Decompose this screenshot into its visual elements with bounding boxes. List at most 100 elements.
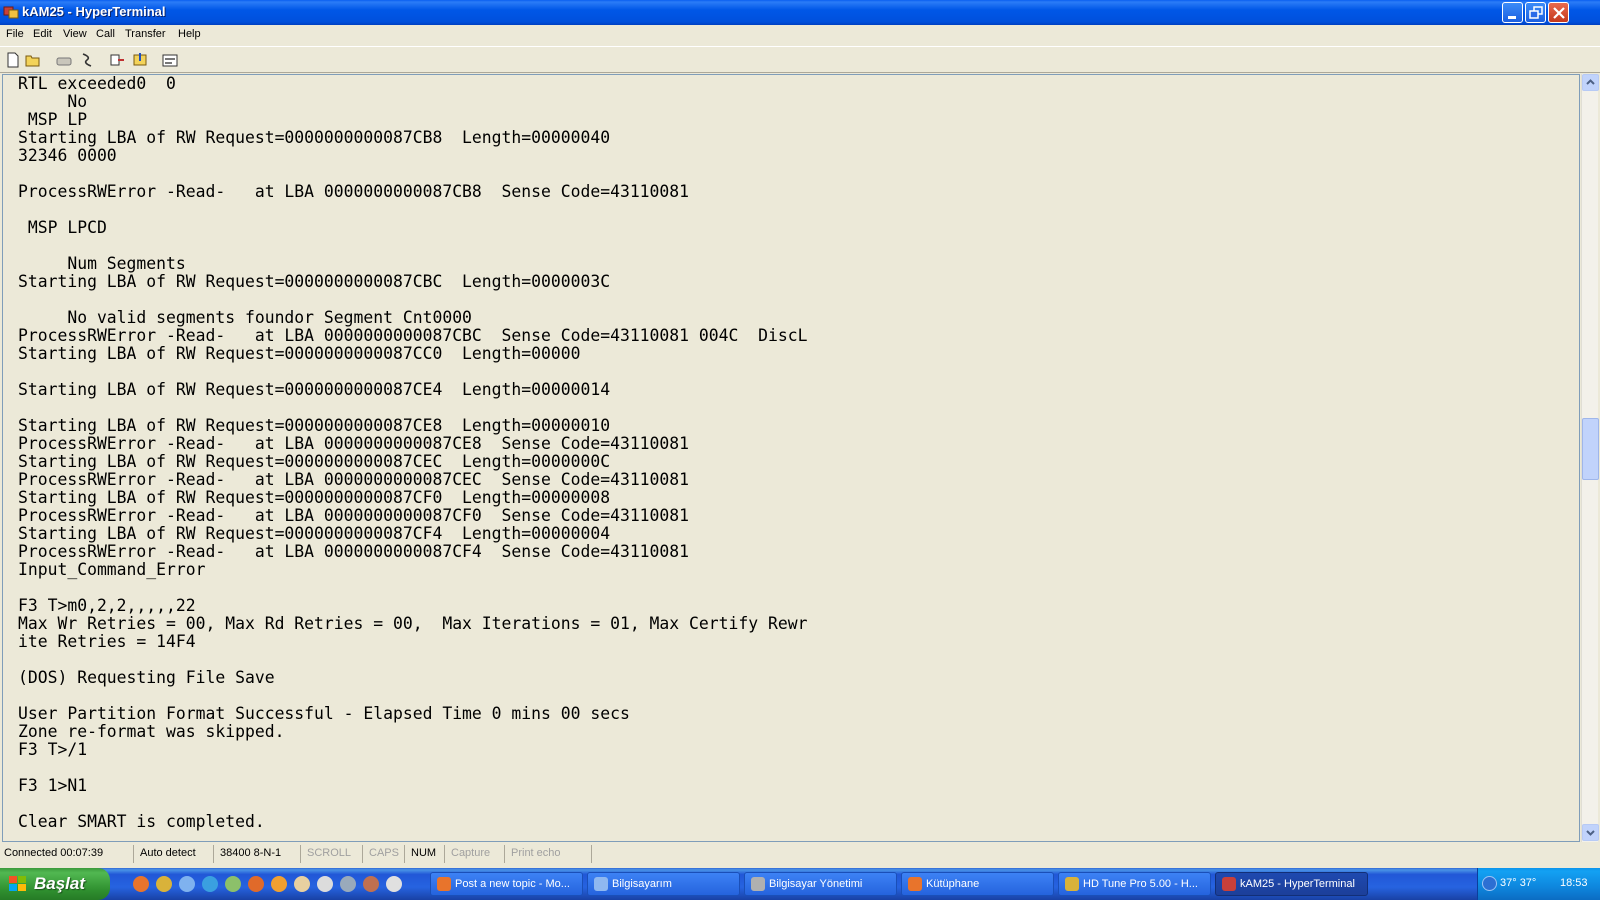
task-label: kAM25 - HyperTerminal <box>1240 878 1355 890</box>
calendar-quicklaunch-icon[interactable] <box>386 876 402 892</box>
terminal-line: ProcessRWError -Read- at LBA 00000000000… <box>18 506 690 525</box>
browser-quicklaunch-icon[interactable] <box>179 876 195 892</box>
status-num: NUM <box>407 845 445 863</box>
terminal-line: ProcessRWError -Read- at LBA 00000000000… <box>18 542 690 561</box>
terminal-line: Input_Command_Error <box>18 560 206 579</box>
send-icon[interactable] <box>108 51 126 69</box>
terminal-line: Num Segments <box>18 254 186 273</box>
terminal-line: Starting LBA of RW Request=0000000000087… <box>18 380 611 399</box>
scroll-down-button[interactable] <box>1582 824 1599 841</box>
menu-view[interactable]: View <box>63 28 87 40</box>
terminal-line: 32346 0000 <box>18 146 117 165</box>
status-connected: Connected 00:07:39 <box>0 845 134 863</box>
status-detect: Auto detect <box>136 845 214 863</box>
menu-call[interactable]: Call <box>96 28 115 40</box>
terminal-line: No <box>18 92 88 111</box>
tray-temperature[interactable]: 37° 37° <box>1500 877 1536 889</box>
minimize-button[interactable] <box>1502 2 1523 23</box>
status-capture: Capture <box>447 845 505 863</box>
tool-quicklaunch-icon[interactable] <box>294 876 310 892</box>
hyperterminal-icon <box>3 6 19 19</box>
status-bar: Connected 00:07:39 Auto detect 38400 8-N… <box>0 843 1600 865</box>
task-kutuphane[interactable]: Kütüphane <box>901 872 1054 896</box>
terminal-line: ProcessRWError -Read- at LBA 00000000000… <box>18 182 690 201</box>
terminal-line: Starting LBA of RW Request=0000000000087… <box>18 524 611 543</box>
ie-quicklaunch-icon[interactable] <box>202 876 218 892</box>
terminal-line: F3 1>N1 <box>18 776 88 795</box>
terminal-line: MSP LPCD <box>18 218 107 237</box>
restore-button[interactable] <box>1525 2 1546 23</box>
home-quicklaunch-icon[interactable] <box>271 876 287 892</box>
terminal-line: Max Wr Retries = 00, Max Rd Retries = 00… <box>18 614 808 633</box>
status-scroll: SCROLL <box>303 845 363 863</box>
firefox-quicklaunch-icon[interactable] <box>133 876 149 892</box>
computer-icon <box>594 877 608 891</box>
utility-quicklaunch-icon[interactable] <box>225 876 241 892</box>
receive-icon[interactable] <box>131 51 149 69</box>
show-hidden-icons-icon[interactable] <box>1482 876 1497 891</box>
terminal-line: ProcessRWError -Read- at LBA 00000000000… <box>18 434 690 453</box>
close-button[interactable] <box>1548 2 1569 23</box>
window-title: kAM25 - HyperTerminal <box>22 4 166 19</box>
task-hd-tune[interactable]: HD Tune Pro 5.00 - H... <box>1058 872 1211 896</box>
menu-transfer[interactable]: Transfer <box>125 28 166 40</box>
title-bar[interactable]: kAM25 - HyperTerminal <box>0 0 1600 25</box>
menu-file[interactable]: File <box>6 28 24 40</box>
new-icon[interactable] <box>4 51 22 69</box>
terminal-line: RTL exceeded0 0 <box>18 74 176 93</box>
terminal-line: No valid segments foundor Segment Cnt000… <box>18 308 472 327</box>
menu-edit[interactable]: Edit <box>33 28 52 40</box>
vertical-scrollbar[interactable] <box>1581 74 1599 842</box>
settings-quicklaunch-icon[interactable] <box>340 876 356 892</box>
management-icon <box>751 877 765 891</box>
task-label: Kütüphane <box>926 878 980 890</box>
start-button[interactable]: Başlat <box>0 868 110 900</box>
terminal-line: ProcessRWError -Read- at LBA 00000000000… <box>18 470 690 489</box>
scroll-up-icon <box>1586 79 1595 85</box>
terminal-line: Starting LBA of RW Request=0000000000087… <box>18 128 611 147</box>
hd-tune-icon <box>1065 877 1079 891</box>
task-label: Post a new topic - Mo... <box>455 878 570 890</box>
restore-icon <box>1529 6 1543 19</box>
scroll-up-button[interactable] <box>1582 74 1599 91</box>
hyperterminal-window: kAM25 - HyperTerminal File Edit View Cal… <box>0 0 1600 868</box>
scroll-thumb[interactable] <box>1582 418 1599 480</box>
terminal-line: User Partition Format Successful - Elaps… <box>18 704 630 723</box>
minimize-icon <box>1508 16 1516 19</box>
media-quicklaunch-icon[interactable] <box>248 876 264 892</box>
app-quicklaunch-icon[interactable] <box>156 876 172 892</box>
start-label: Başlat <box>34 874 86 893</box>
task-hyperterminal[interactable]: kAM25 - HyperTerminal <box>1215 872 1368 896</box>
terminal-line: Starting LBA of RW Request=0000000000087… <box>18 416 611 435</box>
connect-icon[interactable] <box>55 51 73 69</box>
player-quicklaunch-icon[interactable] <box>317 876 333 892</box>
tray-clock[interactable]: 18:53 <box>1560 877 1588 889</box>
menu-help[interactable]: Help <box>178 28 201 40</box>
properties-icon[interactable] <box>161 51 179 69</box>
open-icon[interactable] <box>24 51 42 69</box>
task-post-topic[interactable]: Post a new topic - Mo... <box>430 872 583 896</box>
terminal-output[interactable]: RTL exceeded0 0 No MSP LP Starting LBA of… <box>2 74 1580 842</box>
task-bilgisayar-yonetimi[interactable]: Bilgisayar Yönetimi <box>744 872 897 896</box>
terminal-line: Clear SMART is completed. <box>18 812 265 831</box>
disconnect-icon[interactable] <box>78 51 96 69</box>
hyperterminal-icon <box>1222 877 1236 891</box>
terminal-line: Zone re-format was skipped. <box>18 722 285 741</box>
misc-quicklaunch-icon[interactable] <box>363 876 379 892</box>
toolbar <box>0 46 1600 73</box>
task-bilgisayarim[interactable]: Bilgisayarım <box>587 872 740 896</box>
task-label: Bilgisayar Yönetimi <box>769 878 863 890</box>
status-print-echo: Print echo <box>507 845 592 863</box>
terminal-line: Starting LBA of RW Request=0000000000087… <box>18 488 611 507</box>
terminal-line: F3 T>/1 <box>18 740 88 759</box>
task-label: HD Tune Pro 5.00 - H... <box>1083 878 1198 890</box>
